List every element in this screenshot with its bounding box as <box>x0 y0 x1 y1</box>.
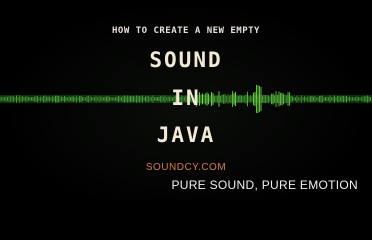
headline-line-2: IN <box>171 86 201 110</box>
headline-line-3: JAVA <box>156 123 216 147</box>
kicker-text: HOW TO CREATE A NEW EMPTY <box>112 26 260 36</box>
tagline: PURE SOUND, PURE EMOTION <box>171 178 358 192</box>
thumbnail-card: HOW TO CREATE A NEW EMPTY SOUND IN JAVA … <box>0 0 372 200</box>
site-brand: SOUNDCY.COM <box>145 162 227 173</box>
headline-line-1: SOUND <box>149 48 223 72</box>
